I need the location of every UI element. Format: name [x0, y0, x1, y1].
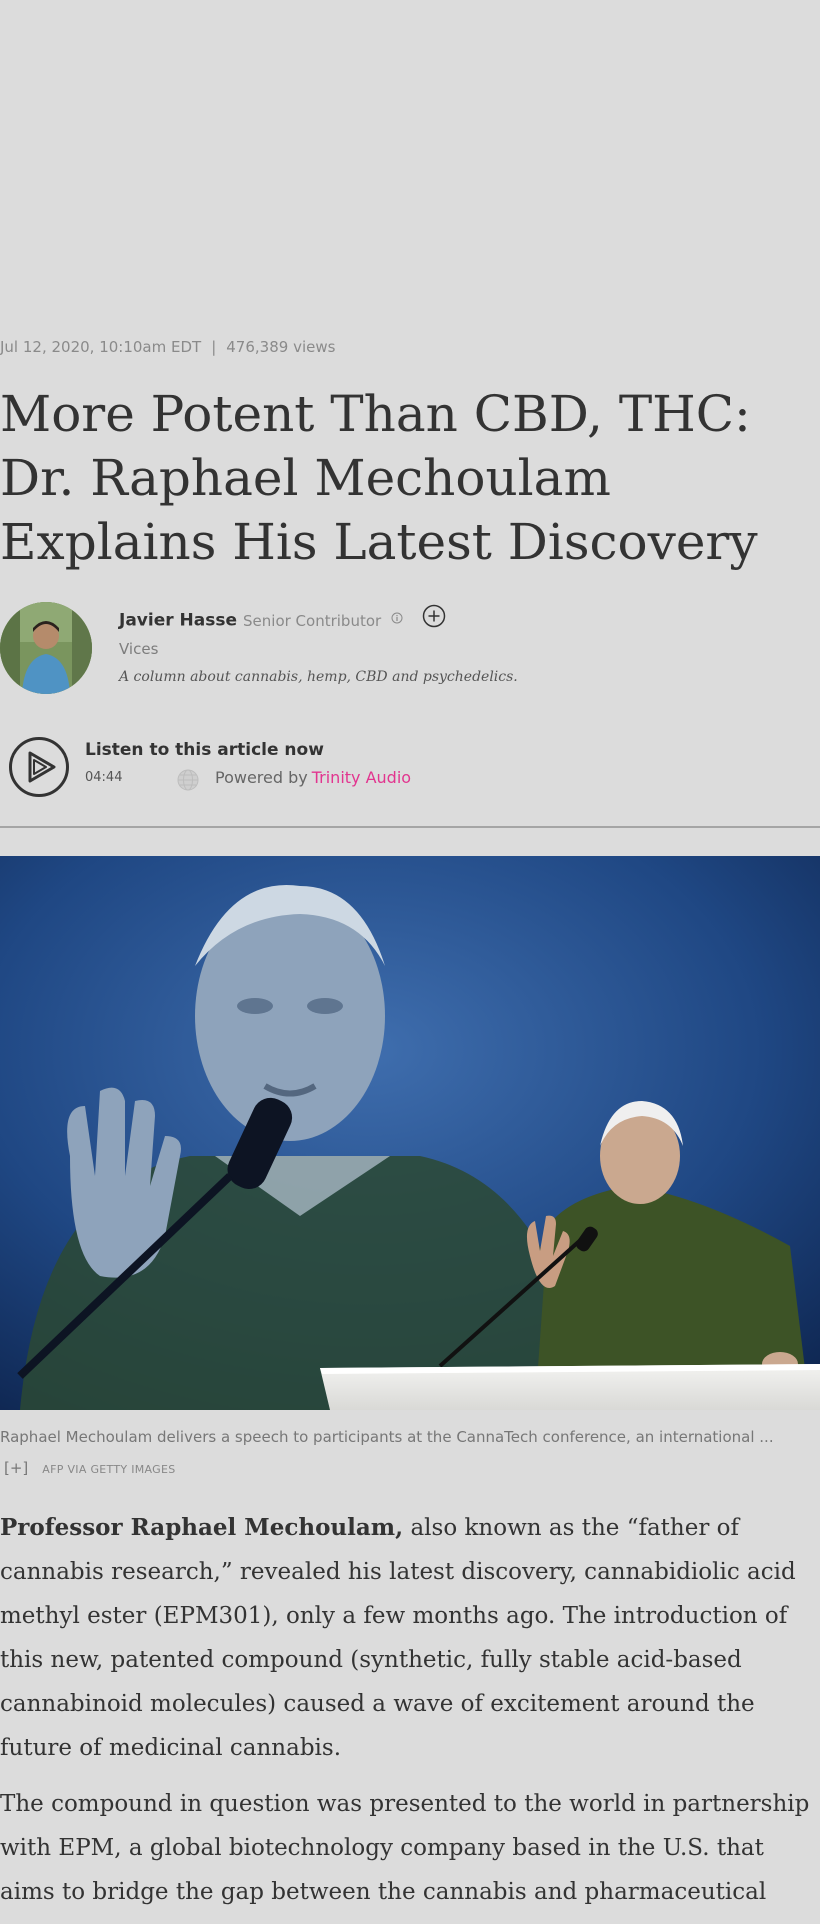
powered-by-label: Powered by — [215, 768, 308, 787]
section-divider — [0, 826, 820, 828]
publish-date: Jul 12, 2020, 10:10am EDT — [0, 338, 202, 356]
caption-expand-button[interactable]: [+] — [4, 1459, 28, 1477]
photo-credit: AFP VIA GETTY IMAGES — [42, 1463, 176, 1476]
audio-powered-by: Powered by Trinity Audio — [215, 768, 411, 787]
author-avatar[interactable] — [0, 602, 92, 694]
play-circle-icon[interactable] — [8, 736, 70, 798]
article-body: Professor Raphael Mechoulam, also known … — [0, 1506, 815, 1924]
author-line: Javier Hasse Senior Contributor — [119, 604, 446, 635]
author-name[interactable]: Javier Hasse — [119, 611, 237, 631]
image-caption: Raphael Mechoulam delivers a speech to p… — [0, 1422, 800, 1485]
body-paragraph-lead: Professor Raphael Mechoulam, — [0, 1514, 404, 1541]
body-paragraph: Professor Raphael Mechoulam, also known … — [0, 1506, 815, 1770]
meta-separator: | — [211, 338, 217, 356]
body-paragraph-text: also known as the “father of cannabis re… — [0, 1515, 796, 1761]
article-meta: Jul 12, 2020, 10:10am EDT | 476,389 views — [0, 338, 700, 356]
globe-icon — [176, 768, 200, 796]
author-section-link[interactable]: Vices — [119, 640, 158, 658]
article-headline: More Potent Than CBD, THC: Dr. Raphael M… — [0, 385, 758, 571]
body-paragraph: The compound in question was presented t… — [0, 1791, 810, 1905]
article-hero-image — [0, 856, 820, 1410]
caption-text: Raphael Mechoulam delivers a speech to p… — [0, 1428, 774, 1446]
audio-title[interactable]: Listen to this article now — [85, 740, 324, 760]
plus-circle-icon[interactable] — [422, 604, 446, 633]
column-description: A column about cannabis, hemp, CBD and p… — [119, 669, 518, 685]
view-count: 476,389 views — [226, 338, 336, 356]
audio-duration: 04:44 — [85, 770, 123, 785]
info-icon[interactable] — [391, 609, 403, 629]
article-page: Jul 12, 2020, 10:10am EDT | 476,389 views … — [0, 0, 820, 1924]
author-role: Senior Contributor — [243, 611, 382, 630]
trinity-audio-link[interactable]: Trinity Audio — [312, 768, 411, 787]
